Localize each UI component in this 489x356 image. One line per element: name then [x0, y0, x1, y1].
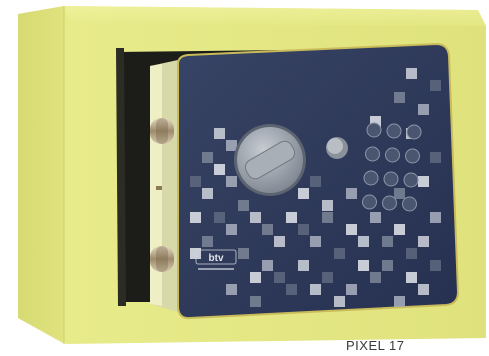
pixel-square — [226, 176, 237, 187]
product-caption: PIXEL 17 — [346, 338, 405, 353]
pixel-square — [202, 188, 213, 199]
pixel-square — [382, 260, 393, 271]
pixel-square — [370, 272, 381, 283]
keypad-key — [386, 123, 402, 139]
indicator-button — [326, 137, 348, 159]
keypad-key — [406, 124, 422, 140]
keypad-key — [403, 172, 419, 188]
pixel-square — [214, 164, 225, 175]
pixel-square — [274, 272, 285, 283]
pixel-square — [310, 176, 321, 187]
pixel-square — [250, 272, 261, 283]
pixel-square — [190, 176, 201, 187]
pixel-square — [406, 248, 417, 259]
pixel-square — [430, 152, 441, 163]
pixel-square — [274, 236, 285, 247]
keypad-key — [402, 196, 417, 212]
pixel-square — [334, 248, 345, 259]
pixel-square — [394, 296, 405, 307]
pixel-square — [262, 224, 273, 235]
pixel-square — [322, 272, 333, 283]
rotary-knob — [234, 124, 306, 196]
pixel-square — [286, 212, 297, 223]
pixel-square — [418, 176, 429, 187]
pixel-square — [250, 296, 261, 307]
pixel-square — [418, 284, 429, 295]
pixel-square — [346, 188, 357, 199]
pixel-square — [238, 248, 249, 259]
pixel-square — [214, 128, 225, 139]
pixel-square — [430, 80, 441, 91]
pixel-square — [226, 140, 237, 151]
locking-bolt-bottom — [150, 246, 174, 272]
keypad-key — [385, 147, 400, 163]
pixel-square — [298, 260, 309, 271]
pixel-square — [226, 284, 237, 295]
safe-photo: btv — [18, 6, 486, 344]
keypad-key — [405, 148, 420, 164]
pixel-square — [310, 236, 321, 247]
pixel-square — [322, 212, 333, 223]
pixel-square — [262, 260, 273, 271]
keypad-key — [382, 195, 397, 211]
pixel-square — [334, 296, 345, 307]
pixel-square — [382, 236, 393, 247]
pixel-square — [346, 224, 357, 235]
pixel-square — [358, 260, 369, 271]
keypad-key — [366, 122, 382, 138]
pixel-square — [226, 224, 237, 235]
pixel-square — [394, 92, 405, 103]
keypad-key — [362, 194, 377, 210]
pixel-square — [250, 212, 261, 223]
pixel-square — [202, 236, 213, 247]
pixel-square — [418, 236, 429, 247]
keypad-key — [363, 170, 379, 186]
pixel-square — [418, 104, 429, 115]
pixel-square — [202, 152, 213, 163]
pixel-square — [406, 272, 417, 283]
pixel-square — [394, 188, 405, 199]
svg-text:btv: btv — [209, 253, 224, 264]
pixel-square — [190, 212, 201, 223]
pixel-square — [406, 68, 417, 79]
keypad-key — [383, 171, 399, 187]
pixel-square — [298, 224, 309, 235]
keypad-key — [365, 146, 380, 162]
pixel-square — [346, 284, 357, 295]
door-edge — [150, 60, 178, 312]
pixel-square — [238, 200, 249, 211]
pixel-square — [310, 284, 321, 295]
pixel-square — [370, 212, 381, 223]
pixel-square — [322, 200, 333, 211]
hinge-pin — [156, 186, 162, 190]
pixel-square — [430, 260, 441, 271]
pixel-square — [394, 224, 405, 235]
pixel-square — [286, 284, 297, 295]
pixel-square — [298, 188, 309, 199]
pixel-square — [430, 212, 441, 223]
locking-bolt-top — [150, 118, 174, 144]
pixel-square — [214, 212, 225, 223]
pixel-square — [358, 236, 369, 247]
